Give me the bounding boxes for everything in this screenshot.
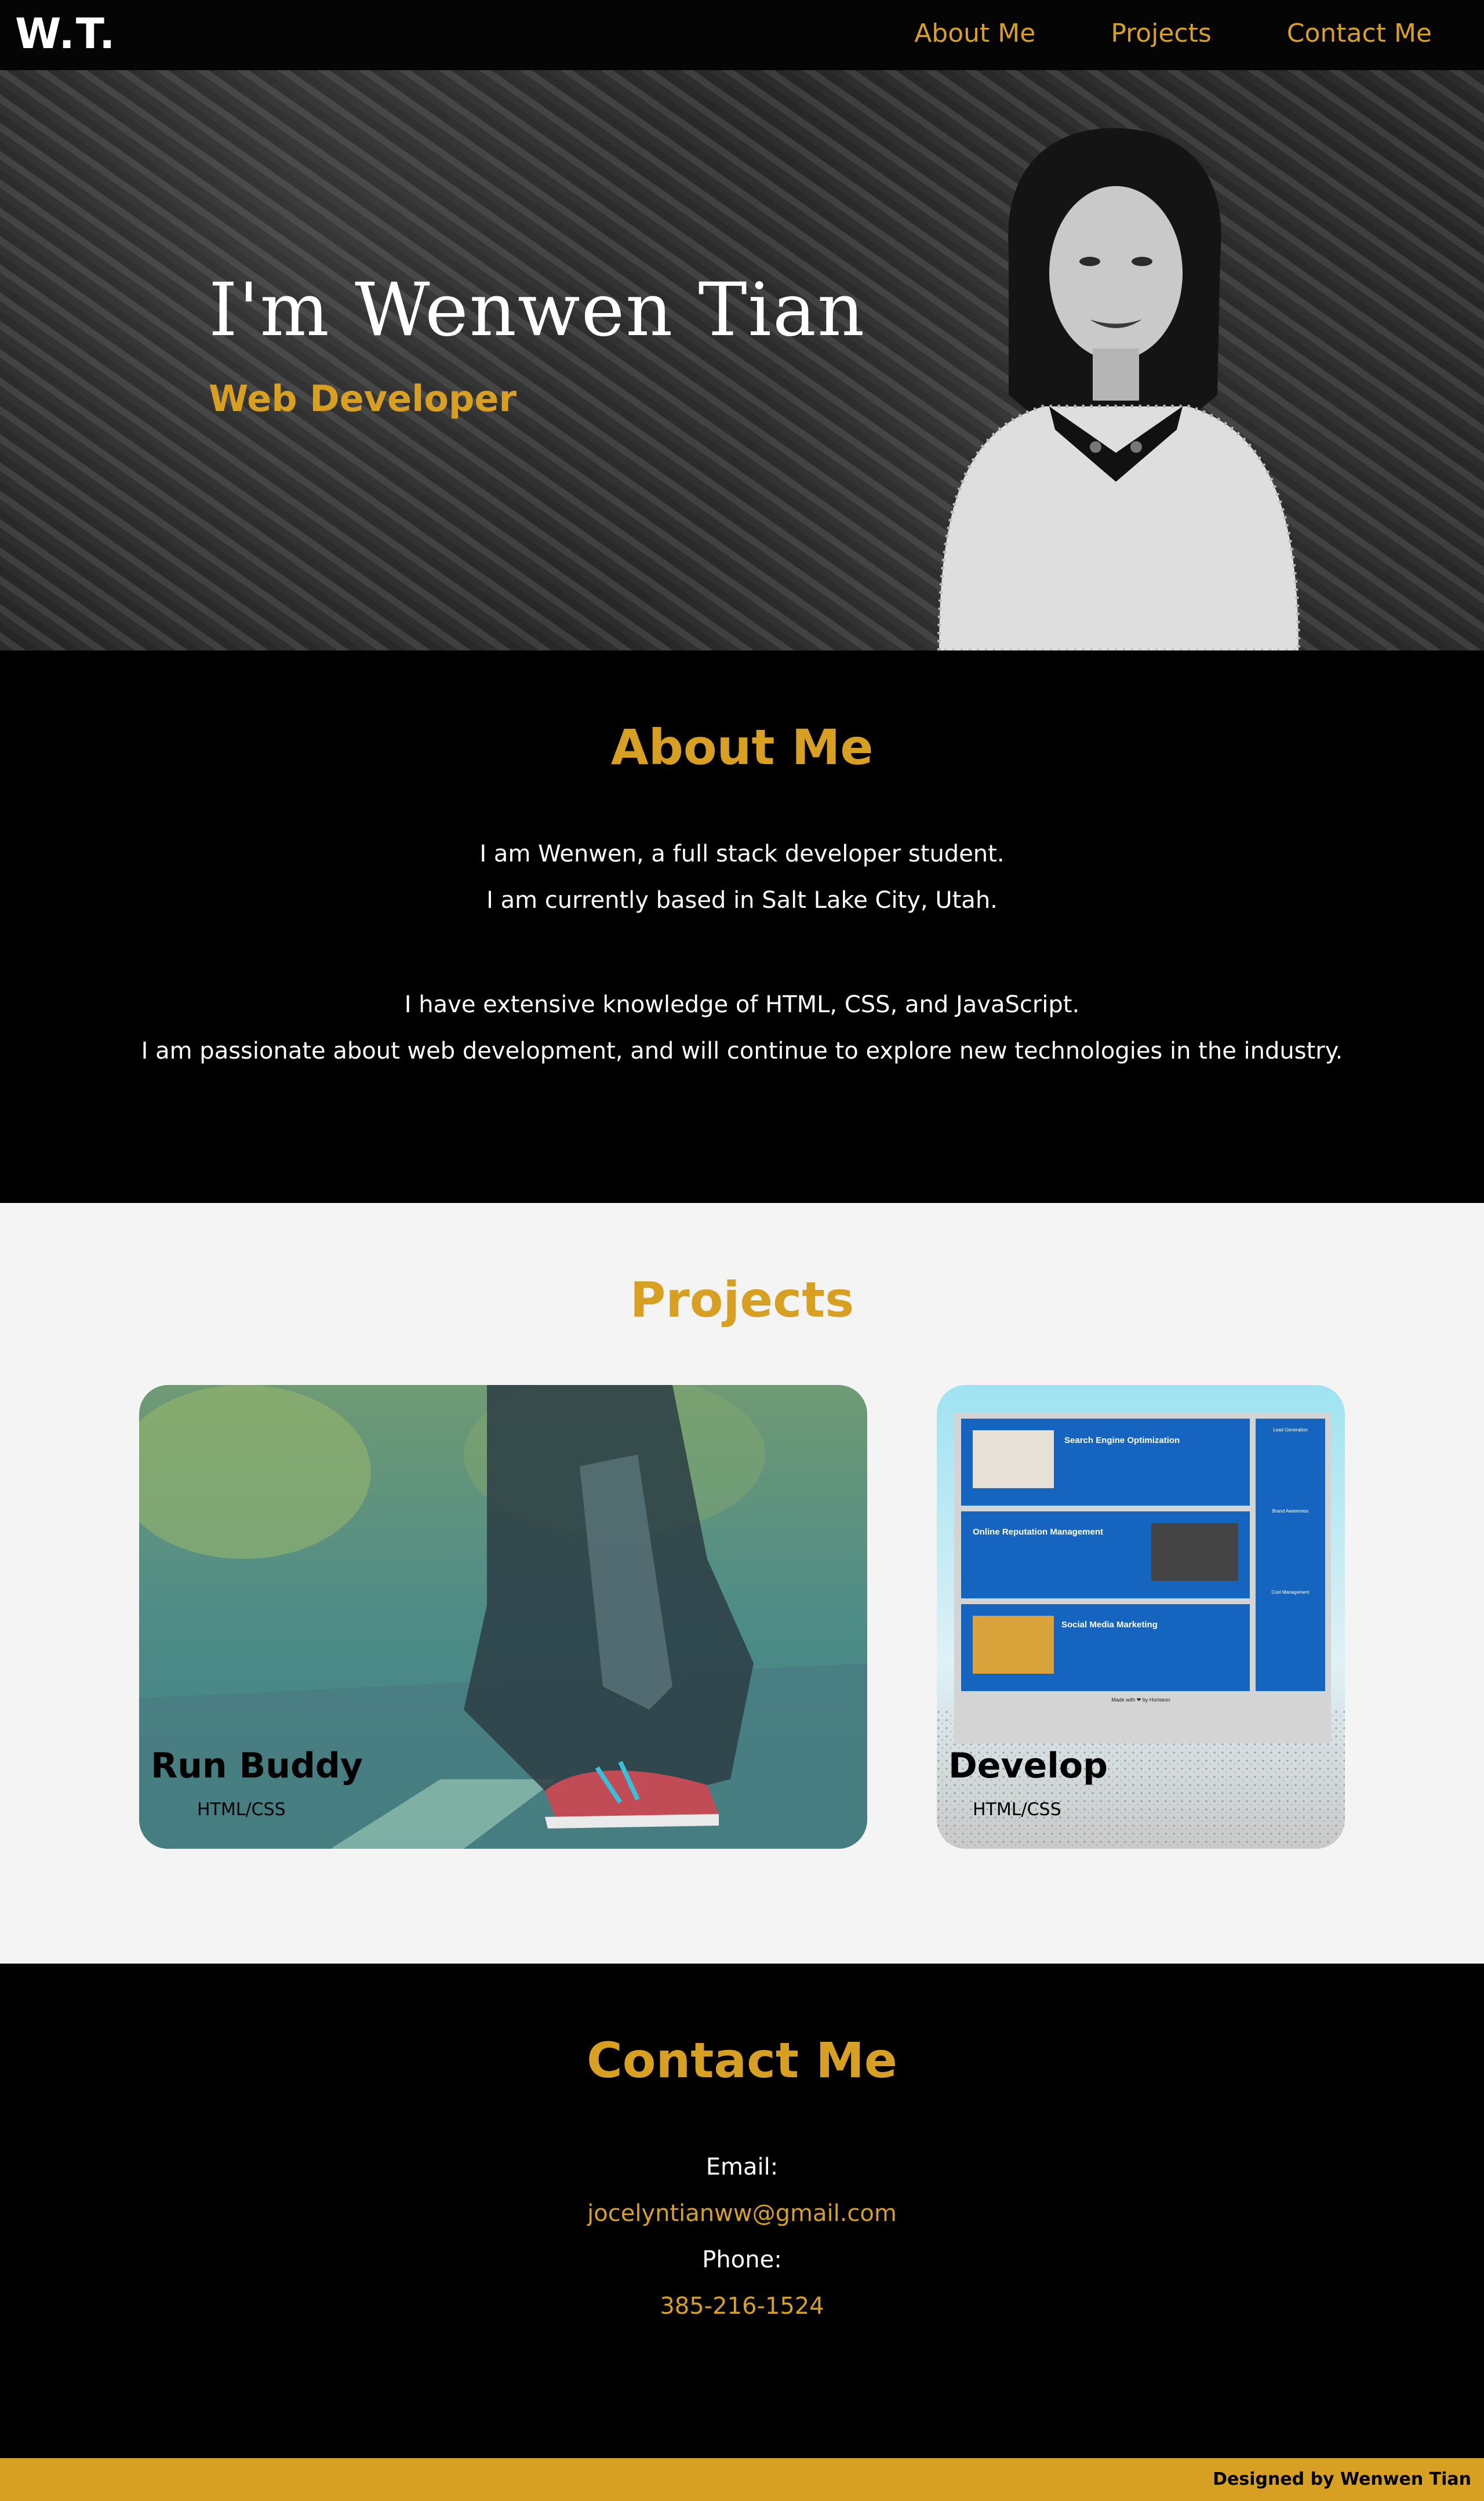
develop-preview-footer: Made with ❤ by Horiseon (1111, 1697, 1170, 1703)
projects-title: Projects (630, 1271, 854, 1328)
project-card-run-buddy[interactable]: Run Buddy HTML/CSS (139, 1385, 867, 1849)
nav-links: About Me Projects Contact Me (914, 19, 1432, 48)
project-title-run-buddy: Run Buddy (151, 1746, 363, 1786)
about-section: About Me I am Wenwen, a full stack devel… (0, 650, 1484, 1203)
project-tech-run-buddy: HTML/CSS (197, 1800, 286, 1820)
contact-section: Contact Me Email: jocelyntianww@gmail.co… (0, 1964, 1484, 2458)
nav-link-projects[interactable]: Projects (1111, 19, 1211, 48)
phone-link[interactable]: 385-216-1524 (0, 2293, 1484, 2320)
hero-title: I'm Wenwen Tian (209, 267, 866, 352)
portrait-image (937, 128, 1301, 650)
nav-link-about[interactable]: About Me (914, 19, 1035, 48)
phone-label: Phone: (702, 2246, 782, 2273)
footer-credit: Designed by Wenwen Tian (1213, 2469, 1471, 2489)
develop-side-1: Lead Generation (1273, 1427, 1308, 1433)
develop-side-2: Brand Awareness (1272, 1508, 1309, 1514)
develop-side-3: Cost Management (1271, 1590, 1310, 1595)
logo[interactable]: W.T. (15, 9, 116, 58)
develop-row-3-heading: Social Media Marketing (1061, 1620, 1158, 1630)
project-title-develop: Develop (948, 1746, 1108, 1786)
footer: Designed by Wenwen Tian (0, 2458, 1484, 2501)
email-label: Email: (705, 2154, 779, 2180)
contact-title: Contact Me (587, 2032, 897, 2089)
email-link[interactable]: jocelyntianww@gmail.com (0, 2200, 1484, 2227)
nav-link-contact[interactable]: Contact Me (1287, 19, 1432, 48)
project-card-develop[interactable]: Search Engine Optimization Online Reputa… (937, 1385, 1345, 1849)
develop-row-1-heading: Search Engine Optimization (1064, 1435, 1180, 1445)
project-tech-develop: HTML/CSS (973, 1800, 1061, 1820)
about-line-4: I am passionate about web development, a… (141, 1038, 1343, 1064)
projects-section: Projects Run Buddy HTML/CSS Search Engin… (0, 1203, 1484, 1964)
hero-banner: I'm Wenwen Tian Web Developer (0, 70, 1484, 650)
about-title: About Me (610, 719, 874, 776)
about-line-3: I have extensive knowledge of HTML, CSS,… (404, 991, 1080, 1018)
about-line-2: I am currently based in Salt Lake City, … (486, 887, 998, 914)
develop-row-2-heading: Online Reputation Management (973, 1527, 1103, 1537)
top-nav: W.T. About Me Projects Contact Me (0, 0, 1484, 70)
about-line-1: I am Wenwen, a full stack developer stud… (479, 841, 1005, 867)
hero-subtitle: Web Developer (209, 377, 517, 420)
